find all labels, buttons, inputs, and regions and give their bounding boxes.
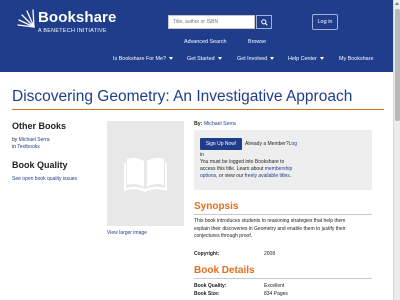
login-required-text: You must be logged into Bookshare to (200, 159, 285, 165)
by-prefix: by (12, 137, 18, 143)
browse-link[interactable]: Browse (248, 39, 266, 45)
synopsis-line: explain their discoveries in Geometry an… (194, 225, 346, 232)
sunburst-logo-icon (17, 9, 35, 28)
login-link-continued[interactable]: in (200, 152, 204, 158)
copyright-value: 2008 (264, 251, 276, 257)
site-header: Bookshare A BENETECH INITIATIVE Log in A… (0, 0, 393, 72)
book-cover-placeholder[interactable] (107, 121, 184, 226)
synopsis-divider (194, 214, 372, 215)
nav-label: Is Bookshare For Me? (113, 56, 167, 62)
nav-label: Get Involved (237, 56, 268, 62)
copyright-label: Copyright: (194, 251, 220, 257)
synopsis-line: This book introduces students to reasoni… (194, 218, 346, 224)
author-byline: By: Michael Serra (194, 121, 236, 127)
membership-options-link[interactable]: options (200, 173, 216, 179)
in-prefix: in (12, 144, 16, 150)
logo-wordmark: Bookshare (38, 9, 117, 26)
membership-link[interactable]: membership (265, 166, 293, 172)
title-divider (12, 109, 384, 110)
book-details-divider (194, 278, 372, 279)
other-books-by: by Michael Serra (12, 137, 50, 143)
member-login-box: Sign Up Now! Already a Member?Log in You… (194, 130, 372, 190)
advanced-search-link[interactable]: Advanced Search (184, 39, 227, 45)
member-prompt: Already a Member?Log (245, 141, 297, 147)
bookshare-logo[interactable]: Bookshare A BENETECH INITIATIVE (16, 9, 126, 39)
free-titles-link[interactable]: freely available titles (245, 173, 290, 179)
already-member-text: Already a Member? (245, 141, 289, 147)
caret-down-icon (270, 57, 275, 61)
nav-help-center[interactable]: Help Center (288, 56, 324, 62)
quality-issues-link[interactable]: See open book quality issues (12, 176, 77, 182)
other-books-heading: Other Books (12, 121, 67, 131)
view-larger-image-link[interactable]: View larger image (107, 230, 147, 236)
synopsis-text: This book introduces students to reasoni… (194, 218, 374, 241)
nav-get-involved[interactable]: Get Involved (237, 56, 275, 62)
nav-is-bookshare-for-me[interactable]: Is Bookshare For Me? (113, 56, 174, 62)
author-link[interactable]: Michael Serra (204, 121, 236, 127)
category-link[interactable]: Textbooks (17, 144, 40, 150)
search-icon (260, 18, 268, 26)
book-details-heading: Book Details (194, 265, 255, 276)
access-prefix: access this title. Learn about (200, 166, 264, 172)
nav-label: My Bookshare (339, 56, 374, 62)
nav-label: Get Started (187, 56, 215, 62)
search-button[interactable] (256, 15, 272, 29)
synopsis-line: conjectures through proof. (194, 233, 253, 239)
period: . (289, 173, 292, 179)
book-quality-heading: Book Quality (12, 160, 68, 170)
nav-my-bookshare[interactable]: My Bookshare (339, 56, 373, 62)
book-size-value: 834 Pages (264, 291, 288, 297)
page-title: Discovering Geometry: An Investigative A… (12, 88, 353, 105)
options-text: options, or view our freely available ti… (200, 173, 291, 179)
view-our-text: , or view our (216, 173, 244, 179)
logo-tagline: A BENETECH INITIATIVE (38, 28, 107, 34)
caret-down-icon (319, 57, 324, 61)
book-size-label: Book Size: (194, 291, 220, 297)
login-button[interactable]: Log in (312, 14, 338, 30)
main-nav: Is Bookshare For Me? Get Started Get Inv… (0, 54, 393, 67)
vertical-scrollbar[interactable] (393, 0, 400, 300)
synopsis-heading: Synopsis (194, 201, 239, 212)
caret-down-icon (217, 57, 222, 61)
other-books-in: in Textbooks (12, 144, 40, 150)
book-quality-value: Excellent (264, 283, 285, 289)
scroll-thumb[interactable] (395, 9, 400, 121)
by-label: By: (194, 121, 203, 127)
caret-down-icon (169, 57, 174, 61)
search-input[interactable] (168, 15, 255, 29)
login-link[interactable]: Log (289, 141, 297, 147)
nav-get-started[interactable]: Get Started (187, 56, 222, 62)
sign-up-button[interactable]: Sign Up Now! (200, 138, 242, 150)
nav-label: Help Center (288, 56, 317, 62)
book-quality-label: Book Quality: (194, 283, 227, 289)
access-text: access this title. Learn about membershi… (200, 166, 292, 172)
scroll-up-arrow-icon[interactable] (395, 2, 399, 5)
open-book-icon (124, 157, 167, 192)
author-link[interactable]: Michael Serra (19, 137, 50, 143)
